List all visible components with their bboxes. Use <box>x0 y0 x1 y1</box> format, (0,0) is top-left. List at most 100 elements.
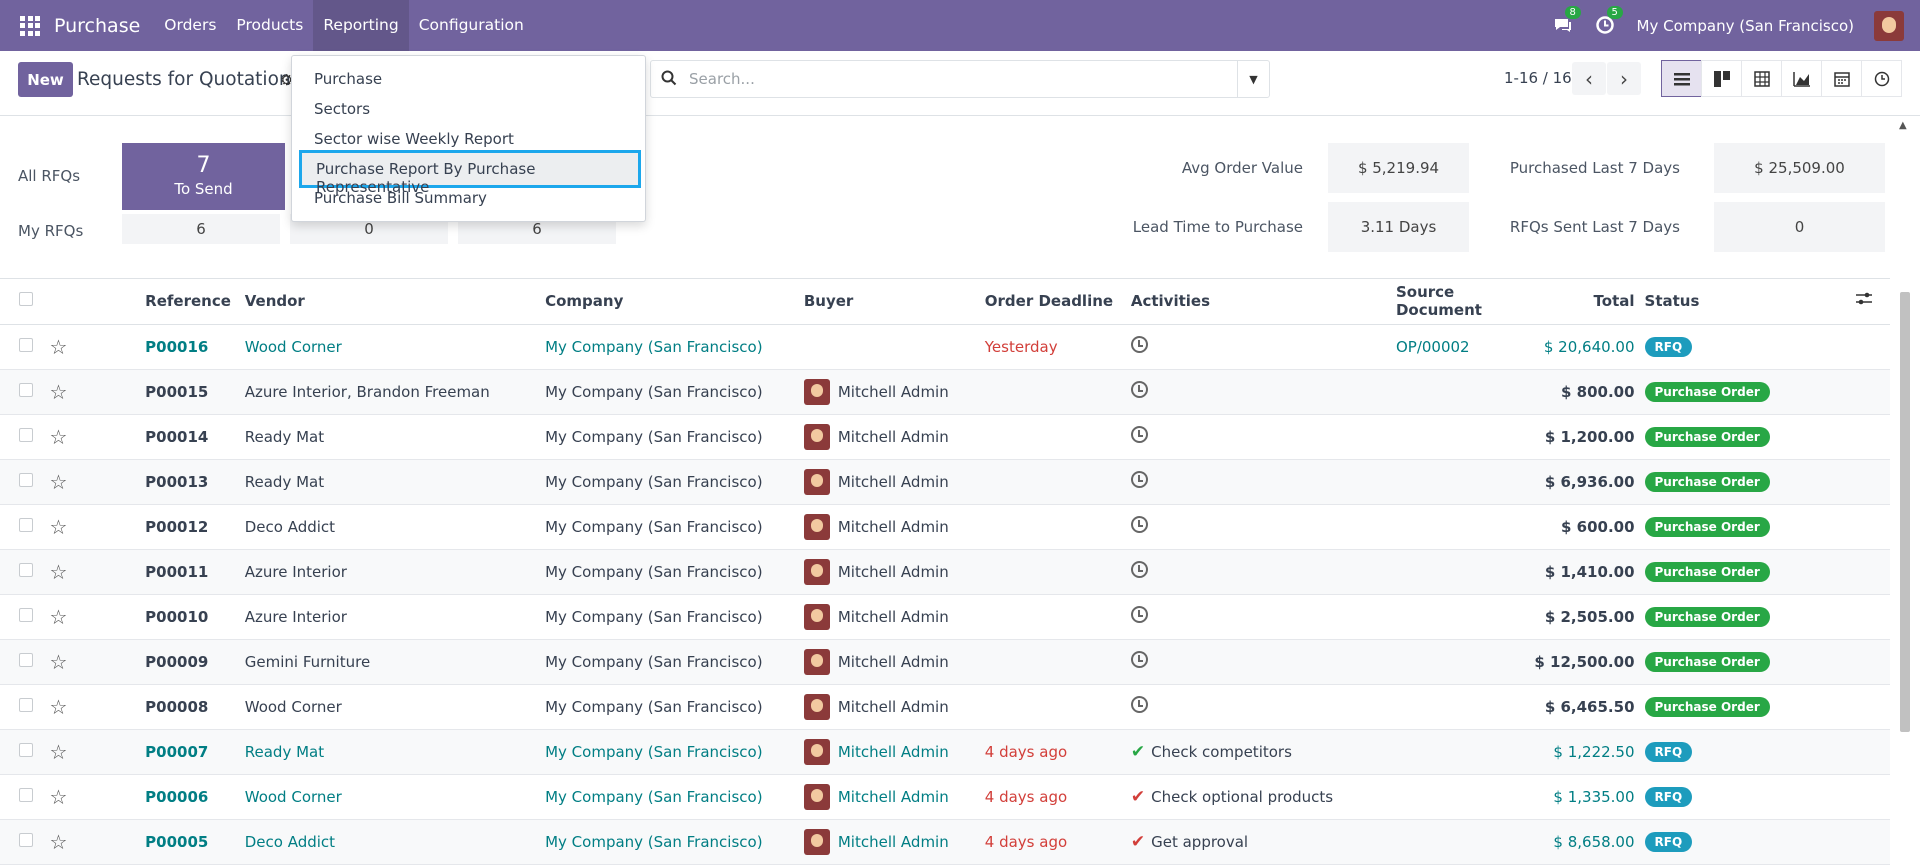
graph-view-button[interactable] <box>1781 60 1822 97</box>
star-icon[interactable]: ☆ <box>50 740 68 764</box>
activity-summary[interactable]: Check optional products <box>1151 788 1333 806</box>
star-icon[interactable]: ☆ <box>50 695 68 719</box>
search-options-toggle[interactable]: ▼ <box>1237 61 1269 97</box>
star-icon[interactable]: ☆ <box>50 380 68 404</box>
select-all-checkbox[interactable] <box>19 292 33 307</box>
row-checkbox[interactable] <box>19 517 33 532</box>
company-cell: My Company (San Francisco) <box>545 652 763 671</box>
pivot-view-button[interactable] <box>1741 60 1782 97</box>
column-settings-icon[interactable] <box>1856 292 1872 306</box>
scrollbar-thumb[interactable] <box>1900 292 1910 732</box>
clock-icon[interactable] <box>1130 561 1148 578</box>
clock-icon[interactable] <box>1130 471 1148 488</box>
table-row[interactable]: ☆ P00014 Ready Mat My Company (San Francisc… <box>0 414 1890 460</box>
pager-next-button[interactable]: › <box>1607 62 1641 95</box>
activities-button[interactable]: 5 <box>1595 5 1623 37</box>
menu-item-sectors[interactable]: Sectors <box>314 100 370 118</box>
company-cell: My Company (San Francisco) <box>545 382 763 401</box>
star-icon[interactable]: ☆ <box>50 830 68 854</box>
table-row[interactable]: ☆ P00012 Deco Addict My Company (San Franci… <box>0 504 1890 550</box>
star-icon[interactable]: ☆ <box>50 425 68 449</box>
row-checkbox[interactable] <box>19 382 33 397</box>
clock-icon <box>1874 71 1889 86</box>
star-icon[interactable]: ☆ <box>50 515 68 539</box>
row-checkbox[interactable] <box>19 427 33 442</box>
row-checkbox[interactable] <box>19 742 33 757</box>
clock-icon[interactable] <box>1130 651 1148 668</box>
reference-cell: P00010 <box>145 607 209 626</box>
new-button[interactable]: New <box>18 62 73 97</box>
clock-icon[interactable] <box>1130 426 1148 443</box>
clock-icon[interactable] <box>1130 516 1148 533</box>
pager-previous-button[interactable]: ‹ <box>1572 62 1606 95</box>
list-view-button[interactable] <box>1661 60 1702 97</box>
star-icon[interactable]: ☆ <box>50 470 68 494</box>
row-checkbox[interactable] <box>19 472 33 487</box>
source-document-cell[interactable]: OP/00002 <box>1396 338 1470 356</box>
company-switcher[interactable]: My Company (San Francisco) <box>1637 17 1854 35</box>
star-icon[interactable]: ☆ <box>50 650 68 674</box>
header-buyer[interactable]: Buyer <box>803 279 985 325</box>
activity-view-button[interactable] <box>1861 60 1902 97</box>
to-send-tile[interactable]: 7 To Send <box>122 143 285 210</box>
row-checkbox[interactable] <box>19 652 33 667</box>
pager-value[interactable]: 1-16 / 16 <box>1504 69 1572 87</box>
clock-icon[interactable] <box>1130 336 1148 353</box>
status-badge: Purchase Order <box>1644 561 1770 582</box>
table-row[interactable]: ☆ P00006 Wood Corner My Company (San Franci… <box>0 774 1890 820</box>
table-row[interactable]: ☆ P00008 Wood Corner My Company (San Franci… <box>0 684 1890 730</box>
vendor-cell: Deco Addict <box>244 832 336 851</box>
menu-products[interactable]: Products <box>226 0 313 51</box>
table-row[interactable]: ☆ P00009 Gemini Furniture My Company (San F… <box>0 639 1890 685</box>
app-menu-icon[interactable] <box>20 15 40 36</box>
header-status[interactable]: Status <box>1644 279 1785 325</box>
my-to-send-tile[interactable]: 6 <box>122 214 280 244</box>
table-row[interactable]: ☆ P00007 Ready Mat My Company (San Francisc… <box>0 729 1890 775</box>
menu-orders[interactable]: Orders <box>154 0 226 51</box>
clock-icon[interactable] <box>1130 381 1148 398</box>
table-row[interactable]: ☆ P00015 Azure Interior, Brandon Freeman My… <box>0 369 1890 415</box>
kanban-view-button[interactable] <box>1701 60 1742 97</box>
header-total[interactable]: Total <box>1534 279 1645 325</box>
star-icon[interactable]: ☆ <box>50 335 68 359</box>
menu-item-sector-weekly-report[interactable]: Sector wise Weekly Report <box>314 130 514 148</box>
row-checkbox[interactable] <box>19 697 33 712</box>
table-row[interactable]: ☆ P00016 Wood Corner My Company (San Franci… <box>0 324 1890 370</box>
header-reference[interactable]: Reference <box>145 279 245 325</box>
table-row[interactable]: ☆ P00011 Azure Interior My Company (San Fra… <box>0 549 1890 595</box>
star-icon[interactable]: ☆ <box>50 605 68 629</box>
company-cell: My Company (San Francisco) <box>545 472 763 491</box>
menu-item-report-by-representative[interactable]: Purchase Report By Purchase Representati… <box>299 150 641 196</box>
app-name[interactable]: Purchase <box>54 15 140 37</box>
header-vendor[interactable]: Vendor <box>244 279 546 325</box>
activity-summary[interactable]: Check competitors <box>1151 743 1292 761</box>
search-input[interactable]: Search... <box>689 70 755 88</box>
clock-icon[interactable] <box>1130 696 1148 713</box>
table-row[interactable]: ☆ P00013 Ready Mat My Company (San Francisc… <box>0 459 1890 505</box>
row-checkbox[interactable] <box>19 832 33 847</box>
activity-summary[interactable]: Get approval <box>1151 833 1248 851</box>
user-avatar[interactable] <box>1874 10 1904 41</box>
header-activities[interactable]: Activities <box>1130 279 1396 325</box>
menu-item-purchase[interactable]: Purchase <box>314 70 382 88</box>
menu-item-bill-summary[interactable]: Purchase Bill Summary <box>314 189 487 207</box>
row-checkbox[interactable] <box>19 607 33 622</box>
header-order-deadline[interactable]: Order Deadline <box>984 279 1131 325</box>
star-icon[interactable]: ☆ <box>50 785 68 809</box>
search-bar[interactable]: Search... ▼ <box>650 60 1270 98</box>
header-company[interactable]: Company <box>545 279 804 325</box>
messages-button[interactable]: 8 <box>1553 5 1581 37</box>
vertical-scrollbar[interactable]: ▲ <box>1890 117 1920 863</box>
row-checkbox[interactable] <box>19 337 33 352</box>
row-checkbox[interactable] <box>19 562 33 577</box>
table-row[interactable]: ☆ P00005 Deco Addict My Company (San Franci… <box>0 819 1890 865</box>
status-badge: Purchase Order <box>1644 516 1770 537</box>
menu-configuration[interactable]: Configuration <box>409 0 534 51</box>
clock-icon[interactable] <box>1130 606 1148 623</box>
menu-reporting[interactable]: Reporting <box>313 0 409 51</box>
star-icon[interactable]: ☆ <box>50 560 68 584</box>
row-checkbox[interactable] <box>19 787 33 802</box>
table-row[interactable]: ☆ P00010 Azure Interior My Company (San Fra… <box>0 594 1890 640</box>
calendar-view-button[interactable] <box>1821 60 1862 97</box>
header-source-document[interactable]: Source Document <box>1395 279 1535 325</box>
